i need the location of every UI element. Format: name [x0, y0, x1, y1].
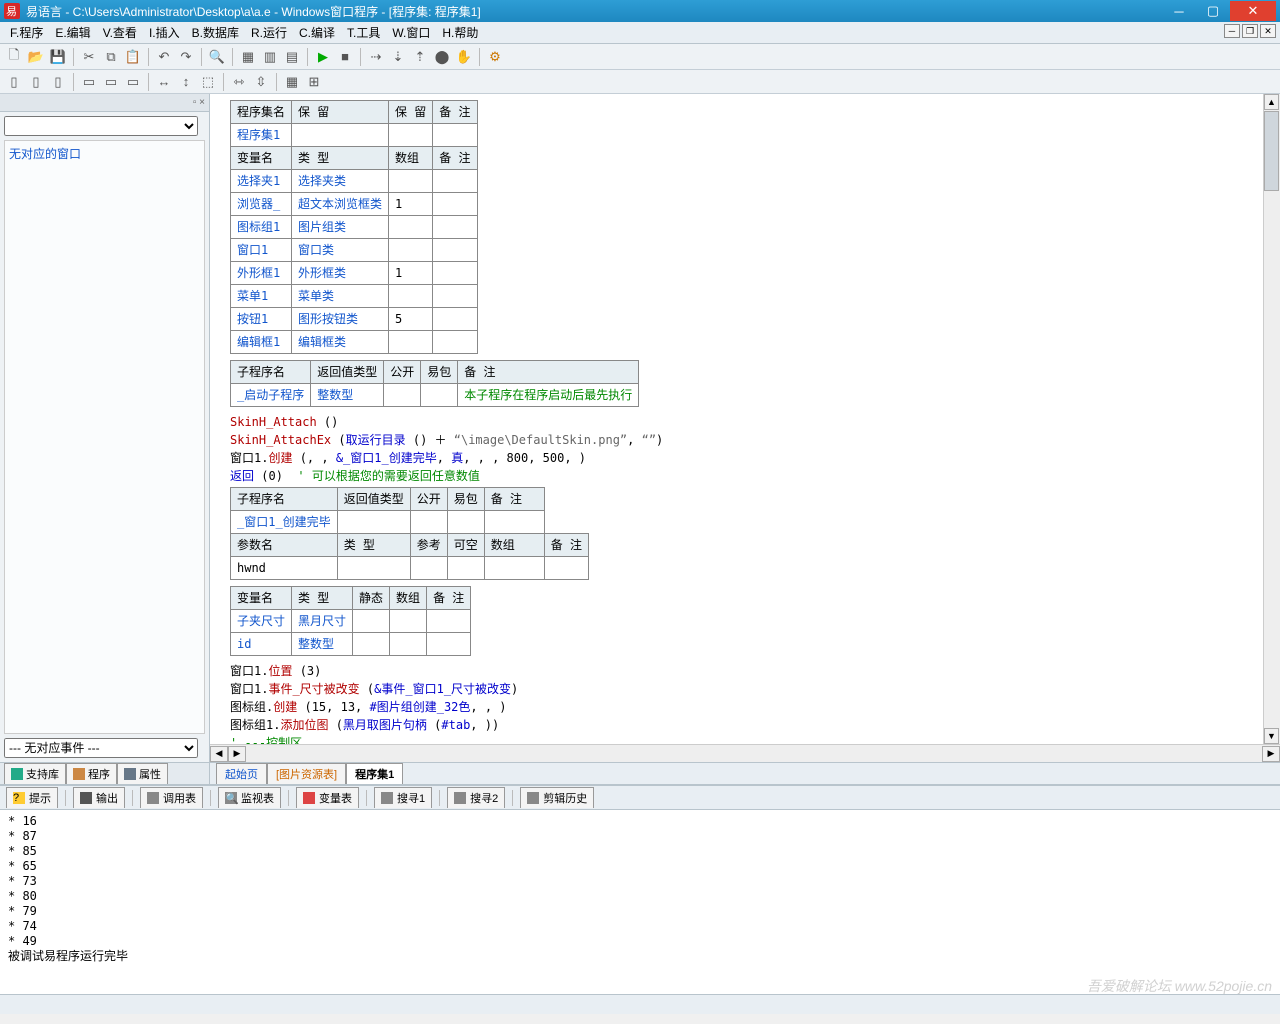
menu-view[interactable]: V.查看 [97, 22, 143, 43]
menu-run[interactable]: R.运行 [245, 22, 293, 43]
mdi-close-button[interactable]: ✕ [1260, 24, 1276, 38]
menu-tools[interactable]: T.工具 [341, 22, 386, 43]
build-icon[interactable]: ⚙ [485, 47, 505, 67]
panel-header: ▫ × [0, 94, 209, 112]
cut-icon[interactable]: ✂ [79, 47, 99, 67]
align-left-icon[interactable]: ▯ [4, 72, 24, 92]
align-right-icon[interactable]: ▯ [48, 72, 68, 92]
scroll-right-icon[interactable]: ▶ [228, 746, 246, 762]
bottom-tab-search2[interactable]: 搜寻2 [447, 787, 505, 808]
object-tree[interactable]: 无对应的窗口 [4, 140, 205, 734]
step-into-icon[interactable]: ⇣ [388, 47, 408, 67]
copy-icon[interactable]: ⧉ [101, 47, 121, 67]
event-select[interactable]: --- 无对应事件 --- [4, 738, 198, 758]
same-size-icon[interactable]: ⬚ [198, 72, 218, 92]
left-tab-support[interactable]: 支持库 [4, 763, 66, 784]
mdi-restore-button[interactable]: ❐ [1242, 24, 1258, 38]
bottom-tab-watch[interactable]: 🔍监视表 [218, 787, 281, 808]
tab-start-page[interactable]: 起始页 [216, 763, 267, 784]
clip-icon [527, 792, 539, 804]
tree-icon [73, 768, 85, 780]
bottom-tab-output[interactable]: 输出 [73, 787, 125, 808]
align-center-icon[interactable]: ▯ [26, 72, 46, 92]
scroll-thumb[interactable] [1264, 111, 1279, 191]
scroll-up-icon[interactable]: ▲ [1264, 94, 1279, 110]
stop-icon[interactable]: ■ [335, 47, 355, 67]
var-icon [303, 792, 315, 804]
scroll-right2-icon[interactable]: ▶ [1262, 746, 1280, 762]
horizontal-scrollbar[interactable]: ◀ ▶ ▶ [210, 744, 1280, 762]
search2-icon [454, 792, 466, 804]
menu-window[interactable]: W.窗口 [386, 22, 436, 43]
output-icon [80, 792, 92, 804]
snap-icon[interactable]: ⊞ [304, 72, 324, 92]
tip-icon: ? [13, 792, 25, 804]
editor-tabs: 起始页 [图片资源表] 程序集1 [210, 762, 1280, 784]
dist-h-icon[interactable]: ⇿ [229, 72, 249, 92]
search1-icon [381, 792, 393, 804]
close-button[interactable]: ✕ [1230, 1, 1276, 21]
stack-icon [147, 792, 159, 804]
left-panel: ▫ × 无对应的窗口 --- 无对应事件 --- 支持库 程序 属性 [0, 94, 210, 784]
bottom-tab-vars[interactable]: 变量表 [296, 787, 359, 808]
menu-bar: F.程序 E.编辑 V.查看 I.插入 B.数据库 R.运行 C.编译 T.工具… [0, 22, 1280, 44]
window-title: 易语言 - C:\Users\Administrator\Desktop\a\a… [26, 3, 1162, 20]
mdi-minimize-button[interactable]: ─ [1224, 24, 1240, 38]
bottom-tab-cliphistory[interactable]: 剪辑历史 [520, 787, 594, 808]
align-middle-icon[interactable]: ▭ [101, 72, 121, 92]
tab-program-set1[interactable]: 程序集1 [346, 763, 403, 784]
code-editor[interactable]: 程序集名保 留保 留备 注程序集1变量名类 型数组备 注选择夹1选择夹类浏览器_… [210, 94, 1280, 744]
layout3-icon[interactable]: ▤ [282, 47, 302, 67]
object-select[interactable] [4, 116, 198, 136]
bottom-tab-callstack[interactable]: 调用表 [140, 787, 203, 808]
list-icon [124, 768, 136, 780]
run-icon[interactable]: ▶ [313, 47, 333, 67]
align-top-icon[interactable]: ▭ [79, 72, 99, 92]
app-icon [4, 3, 20, 19]
grid-icon[interactable]: ▦ [282, 72, 302, 92]
dist-v-icon[interactable]: ⇳ [251, 72, 271, 92]
find-icon[interactable]: 🔍 [207, 47, 227, 67]
scroll-down-icon[interactable]: ▼ [1264, 728, 1279, 744]
layout1-icon[interactable]: ▦ [238, 47, 258, 67]
toolbar-align: ▯ ▯ ▯ ▭ ▭ ▭ ↔ ↕ ⬚ ⇿ ⇳ ▦ ⊞ [0, 70, 1280, 94]
align-bottom-icon[interactable]: ▭ [123, 72, 143, 92]
menu-help[interactable]: H.帮助 [436, 22, 484, 43]
maximize-button[interactable]: ▢ [1196, 1, 1230, 21]
watch-icon: 🔍 [225, 792, 237, 804]
hand-icon[interactable]: ✋ [454, 47, 474, 67]
scroll-left-icon[interactable]: ◀ [210, 746, 228, 762]
output-area[interactable]: * 16* 87* 85* 65* 73* 80* 79* 74* 49被调试易… [0, 810, 1280, 994]
panel-pin-icon[interactable]: ▫ × [193, 97, 205, 108]
bottom-panel: ?提示 输出 调用表 🔍监视表 变量表 搜寻1 搜寻2 剪辑历史 * 16* 8… [0, 784, 1280, 994]
step-over-icon[interactable]: ⇢ [366, 47, 386, 67]
left-tab-program[interactable]: 程序 [66, 763, 117, 784]
layout2-icon[interactable]: ▥ [260, 47, 280, 67]
save-icon[interactable]: 💾 [48, 47, 68, 67]
breakpoint-icon[interactable]: ⬤ [432, 47, 452, 67]
menu-compile[interactable]: C.编译 [293, 22, 341, 43]
vertical-scrollbar[interactable]: ▲ ▼ [1263, 94, 1280, 744]
bottom-tab-tips[interactable]: ?提示 [6, 787, 58, 808]
open-icon[interactable]: 📂 [26, 47, 46, 67]
redo-icon[interactable]: ↷ [176, 47, 196, 67]
paste-icon[interactable]: 📋 [123, 47, 143, 67]
toolbar-main: 🗋 📂 💾 ✂ ⧉ 📋 ↶ ↷ 🔍 ▦ ▥ ▤ ▶ ■ ⇢ ⇣ ⇡ ⬤ ✋ ⚙ [0, 44, 1280, 70]
tab-image-resource[interactable]: [图片资源表] [267, 763, 346, 784]
left-tab-props[interactable]: 属性 [117, 763, 168, 784]
bottom-tab-search1[interactable]: 搜寻1 [374, 787, 432, 808]
new-icon[interactable]: 🗋 [4, 47, 24, 67]
title-bar: 易语言 - C:\Users\Administrator\Desktop\a\a… [0, 0, 1280, 22]
undo-icon[interactable]: ↶ [154, 47, 174, 67]
menu-database[interactable]: B.数据库 [186, 22, 245, 43]
same-height-icon[interactable]: ↕ [176, 72, 196, 92]
menu-edit[interactable]: E.编辑 [49, 22, 96, 43]
book-icon [11, 768, 23, 780]
step-out-icon[interactable]: ⇡ [410, 47, 430, 67]
minimize-button[interactable]: ─ [1162, 1, 1196, 21]
status-bar [0, 994, 1280, 1014]
menu-program[interactable]: F.程序 [4, 22, 49, 43]
menu-insert[interactable]: I.插入 [143, 22, 186, 43]
same-width-icon[interactable]: ↔ [154, 72, 174, 92]
